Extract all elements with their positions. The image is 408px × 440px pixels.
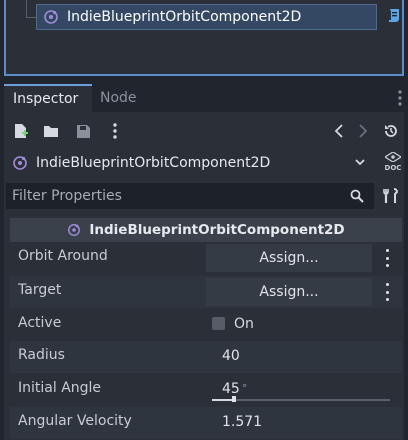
- slider-track[interactable]: [212, 399, 390, 401]
- tab-inspector[interactable]: Inspector: [4, 84, 92, 112]
- kebab-menu-icon[interactable]: [380, 283, 394, 301]
- property-row-active: Active On: [10, 309, 402, 341]
- tools-icon[interactable]: [383, 188, 399, 204]
- scene-tree-node[interactable]: IndieBlueprintOrbitComponent2D: [36, 4, 377, 30]
- scene-tree-node-label: IndieBlueprintOrbitComponent2D: [67, 9, 302, 25]
- object-selector-row: IndieBlueprintOrbitComponent2D DOC: [4, 150, 404, 176]
- section-header-label: IndieBlueprintOrbitComponent2D: [89, 222, 345, 238]
- property-label: Initial Angle: [18, 380, 102, 396]
- property-row-target: Target Assign...: [10, 276, 402, 308]
- scene-tree-panel: IndieBlueprintOrbitComponent2D: [4, 0, 404, 76]
- doc-icon: [383, 151, 403, 163]
- property-label: Radius: [18, 347, 65, 363]
- script-icon[interactable]: [387, 8, 401, 24]
- filter-properties-input[interactable]: [6, 183, 374, 209]
- checkbox-label[interactable]: On: [234, 309, 254, 341]
- doc-button[interactable]: DOC: [383, 151, 403, 174]
- doc-label: DOC: [384, 164, 402, 172]
- object-selector-label: IndieBlueprintOrbitComponent2D: [36, 155, 271, 171]
- property-row-radius: Radius 40: [10, 341, 402, 373]
- open-folder-icon[interactable]: [42, 122, 60, 140]
- tree-guide-line: [26, 0, 27, 18]
- assign-button[interactable]: Assign...: [206, 244, 372, 272]
- radius-value-field[interactable]: 40: [222, 341, 240, 373]
- tabs-menu-icon[interactable]: [398, 90, 402, 106]
- orbit-component-icon: [44, 10, 58, 24]
- property-row-angular-velocity: Angular Velocity 1.571: [10, 407, 402, 439]
- property-row-initial-angle: Initial Angle 45 °: [10, 374, 402, 406]
- object-selector[interactable]: IndieBlueprintOrbitComponent2D: [6, 150, 374, 176]
- property-label: Active: [18, 315, 62, 331]
- inspector-toolbar: [4, 118, 404, 144]
- save-icon[interactable]: [74, 122, 92, 140]
- property-label: Target: [18, 282, 62, 298]
- slider-fill: [212, 399, 234, 401]
- section-header[interactable]: IndieBlueprintOrbitComponent2D: [10, 218, 402, 242]
- dock-tabs: Inspector Node: [0, 84, 408, 112]
- chevron-down-icon: [355, 159, 365, 166]
- orbit-component-icon: [13, 156, 27, 170]
- angle-unit: °: [241, 382, 248, 395]
- property-label: Angular Velocity: [18, 413, 132, 429]
- object-history-icon[interactable]: [382, 122, 400, 140]
- tab-node[interactable]: Node: [92, 84, 145, 112]
- new-resource-icon[interactable]: [12, 122, 30, 140]
- search-icon: [350, 189, 364, 203]
- property-label: Orbit Around: [18, 248, 108, 264]
- kebab-menu-icon[interactable]: [380, 249, 394, 267]
- slider-grabber[interactable]: [232, 396, 236, 402]
- orbit-component-icon: [68, 224, 81, 236]
- kebab-menu-icon[interactable]: [106, 122, 124, 140]
- initial-angle-value: 45: [222, 381, 240, 397]
- active-checkbox[interactable]: [212, 317, 225, 330]
- history-forward-icon[interactable]: [354, 122, 372, 140]
- history-back-icon[interactable]: [330, 122, 348, 140]
- angular-velocity-value-field[interactable]: 1.571: [222, 407, 262, 439]
- property-row-orbit-around: Orbit Around Assign...: [10, 242, 402, 274]
- assign-button[interactable]: Assign...: [206, 278, 372, 306]
